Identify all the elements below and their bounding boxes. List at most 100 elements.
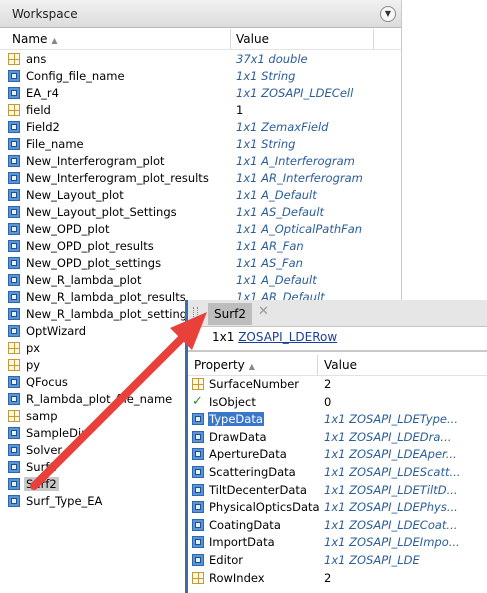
property-row-tiltdecenterdata[interactable]: TiltDecenterData 1x1 ZOSAPI_LDETiltD... [188, 482, 487, 500]
workspace-titlebar: Workspace ▼ [0, 0, 401, 28]
object-icon [192, 483, 204, 496]
variable-summary: 1x1 ZOSAPI_LDERow [212, 330, 337, 344]
workspace-row-config-file-name[interactable]: Config_file_name 1x1 String [0, 68, 401, 85]
property-row-drawdata[interactable]: DrawData 1x1 ZOSAPI_LDEDra... [188, 429, 487, 447]
column-divider[interactable] [230, 29, 231, 49]
object-icon [192, 413, 204, 426]
object-icon [8, 393, 20, 405]
property-column-header-label[interactable]: Property ▲ [194, 358, 255, 372]
workspace-row-ea-r4[interactable]: EA_r4 1x1 ZOSAPI_LDECell [0, 85, 401, 102]
property-name: ApertureData [209, 447, 287, 462]
drag-grip-icon[interactable] [193, 307, 198, 319]
variable-name: New_R_lambda_plot_results [26, 290, 186, 304]
variable-name: New_Layout_plot [26, 188, 124, 202]
object-icon [8, 155, 20, 167]
object-icon [8, 189, 20, 201]
workspace-row-new-layout-plot[interactable]: New_Layout_plot 1x1 A_Default [0, 187, 401, 204]
object-icon [192, 448, 204, 461]
object-icon [8, 427, 20, 439]
variable-name: New_OPD_plot_results [26, 239, 154, 253]
divider [188, 350, 487, 352]
object-icon [8, 444, 20, 456]
variable-value: 1x1 A_OpticalPathFan [236, 222, 363, 236]
workspace-row-new-opd-plot-results[interactable]: New_OPD_plot_results 1x1 AR_Fan [0, 238, 401, 255]
workspace-row-file-name[interactable]: File_name 1x1 String [0, 136, 401, 153]
column-divider[interactable] [373, 29, 374, 49]
variable-name: Solver [26, 443, 63, 457]
variable-value: 1 [236, 103, 244, 117]
variable-name: New_R_lambda_plot_settings [26, 307, 194, 321]
workspace-menu-icon[interactable]: ▼ [380, 6, 396, 22]
property-name: TiltDecenterData [209, 482, 307, 497]
property-row-surfacenumber[interactable]: SurfaceNumber 2 [188, 376, 487, 394]
object-icon [8, 223, 20, 235]
tab-surf2[interactable]: Surf2 [208, 303, 253, 325]
matrix-icon [192, 571, 204, 584]
property-value: 1x1 ZOSAPI_LDEPhys... [324, 500, 458, 515]
workspace-row-field2[interactable]: Field2 1x1 ZemaxField [0, 119, 401, 136]
property-name: ScatteringData [209, 464, 296, 479]
workspace-row-ans[interactable]: ans 37x1 double [0, 51, 401, 68]
variable-name: samp [26, 409, 58, 423]
property-row-isobject[interactable]: ✓ IsObject 0 [188, 394, 487, 412]
variable-name: New_R_lambda_plot [26, 273, 142, 287]
variable-name: field [26, 103, 51, 117]
property-row-aperturedata[interactable]: ApertureData 1x1 ZOSAPI_LDEAper... [188, 446, 487, 464]
object-icon [192, 465, 204, 478]
matrix-icon [8, 104, 20, 116]
variable-name: SampleDir [26, 426, 86, 440]
variable-name: QFocus [26, 375, 68, 389]
object-icon [8, 325, 20, 337]
object-icon [192, 501, 204, 514]
workspace-border [401, 0, 402, 300]
class-link[interactable]: ZOSAPI_LDERow [238, 330, 337, 344]
workspace-row-new-interferogram-plot[interactable]: New_Interferogram_plot 1x1 A_Interferogra… [0, 153, 401, 170]
workspace-row-new-layout-plot-settings[interactable]: New_Layout_plot_Settings 1x1 AS_Default [0, 204, 401, 221]
property-row-coatingdata[interactable]: CoatingData 1x1 ZOSAPI_LDECoat... [188, 517, 487, 535]
variable-value: 1x1 A_Default [236, 273, 317, 287]
property-value: 1x1 ZOSAPI_LDEImpo... [324, 535, 460, 550]
property-name: CoatingData [209, 517, 281, 532]
workspace-row-new-interferogram-plot-results[interactable]: New_Interferogram_plot_results 1x1 AR_Int… [0, 170, 401, 187]
column-divider[interactable] [317, 355, 318, 375]
variable-name: New_Interferogram_plot_results [26, 171, 209, 185]
workspace-row-new-opd-plot[interactable]: New_OPD_plot 1x1 A_OpticalPathFan [0, 221, 401, 238]
property-row-physicalopticsdata[interactable]: PhysicalOpticsData 1x1 ZOSAPI_LDEPhys... [188, 499, 487, 517]
variable-value: 1x1 AS_Default [236, 205, 325, 219]
matrix-icon [8, 53, 20, 65]
matrix-icon [8, 342, 20, 354]
property-name: DrawData [209, 429, 267, 444]
matrix-icon [192, 378, 204, 390]
value-column-header-label[interactable]: Value [324, 358, 357, 372]
matrix-icon [8, 410, 20, 422]
workspace-row-field[interactable]: field 1 [0, 102, 401, 119]
property-row-typedata[interactable]: TypeData 1x1 ZOSAPI_LDEType... [188, 411, 487, 429]
property-value: 1x1 ZOSAPI_LDEDra... [324, 429, 452, 444]
object-icon [8, 495, 20, 507]
variable-name: Field2 [26, 120, 60, 134]
variable-name: px [26, 341, 41, 355]
object-icon [8, 70, 20, 82]
property-row-scatteringdata[interactable]: ScatteringData 1x1 ZOSAPI_LDEScatt... [188, 464, 487, 482]
value-column-header[interactable]: Value [236, 32, 269, 46]
object-icon [192, 430, 204, 443]
variable-editor-tabbar: Surf2 ✕ [188, 300, 487, 327]
property-row-editor[interactable]: Editor 1x1 ZOSAPI_LDE [188, 552, 487, 570]
variable-name: py [26, 358, 41, 372]
variable-name: Surf_Type_EA [26, 494, 103, 508]
close-icon[interactable]: ✕ [258, 304, 269, 319]
property-row-rowindex[interactable]: RowIndex 2 [188, 570, 487, 588]
object-icon [8, 257, 20, 269]
variable-name: R_lambda_plot_file_name [26, 392, 173, 406]
workspace-row-new-r-lambda-plot[interactable]: New_R_lambda_plot 1x1 A_Default [0, 272, 401, 289]
property-column-header: Property ▲ Value [188, 355, 487, 376]
name-column-header[interactable]: Name ▲ [12, 32, 58, 46]
variable-name: New_Interferogram_plot [26, 154, 165, 168]
property-row-importdata[interactable]: ImportData 1x1 ZOSAPI_LDEImpo... [188, 534, 487, 552]
object-icon [8, 121, 20, 133]
property-list: SurfaceNumber 2 ✓ IsObject 0 TypeData 1x1 ZOSA… [188, 376, 487, 587]
object-icon [192, 518, 204, 531]
variable-size: 1x1 [212, 330, 235, 344]
workspace-row-new-opd-plot-settings[interactable]: New_OPD_plot_settings 1x1 AS_Fan [0, 255, 401, 272]
object-icon [8, 478, 20, 490]
